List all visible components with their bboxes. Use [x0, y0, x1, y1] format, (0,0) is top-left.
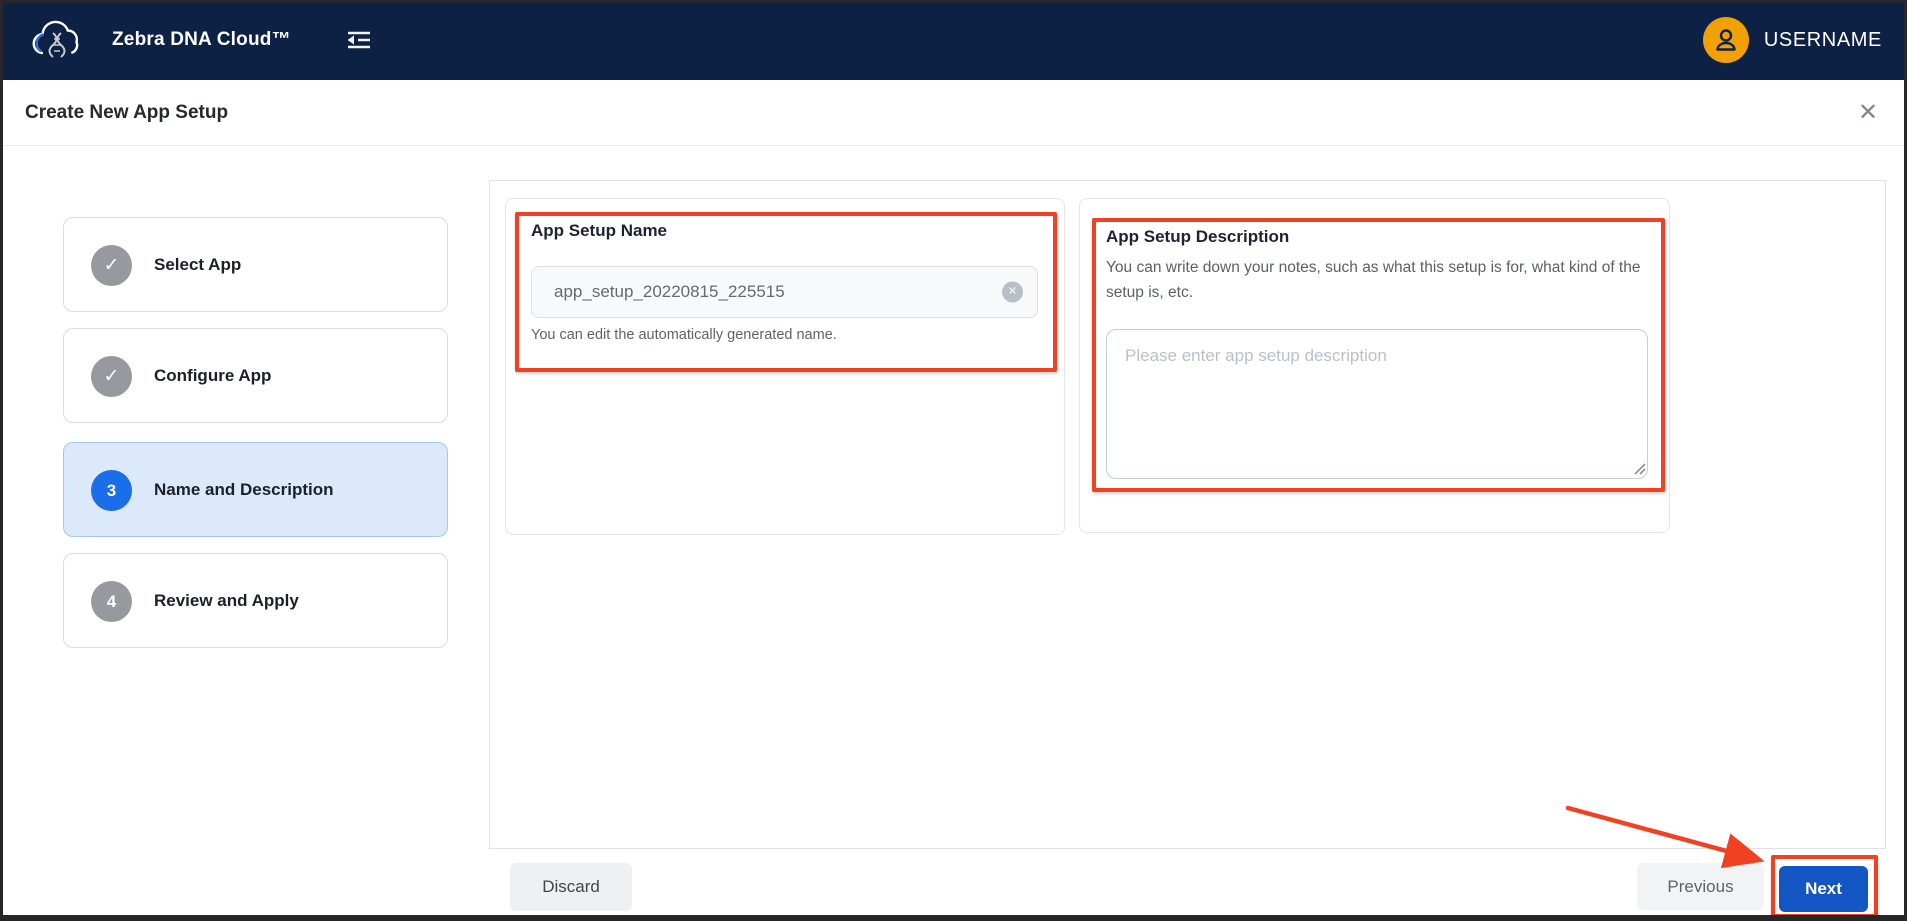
step-name-and-description[interactable]: 3 Name and Description: [63, 442, 448, 537]
step-configure-app[interactable]: ✓ Configure App: [63, 328, 448, 423]
app-setup-name-heading: App Setup Name: [531, 221, 667, 241]
step-label: Configure App: [154, 366, 271, 386]
app-setup-name-input[interactable]: [531, 266, 1038, 318]
user-avatar-icon: [1703, 17, 1749, 63]
app-setup-name-input-wrap: ✕: [531, 266, 1038, 318]
app-setup-description-heading: App Setup Description: [1106, 227, 1289, 247]
step-number-badge: 3: [91, 470, 132, 511]
username-label: USERNAME: [1764, 29, 1882, 52]
app-setup-description-card: App Setup Description You can write down…: [1079, 198, 1670, 533]
top-navbar: Zebra DNA Cloud™ USERNAME: [0, 0, 1907, 80]
app-title: Zebra DNA Cloud™: [112, 29, 291, 51]
app-setup-description-textarea[interactable]: [1106, 329, 1648, 479]
step-label: Select App: [154, 255, 241, 275]
previous-button[interactable]: Previous: [1637, 863, 1764, 910]
step-number-badge: 4: [91, 581, 132, 622]
modal-titlebar: Create New App Setup ✕: [0, 80, 1907, 146]
app-setup-name-card: App Setup Name ✕ You can edit the automa…: [505, 198, 1065, 535]
clear-input-icon[interactable]: ✕: [1002, 282, 1023, 303]
close-icon[interactable]: ✕: [1853, 98, 1883, 128]
description-hint-text: You can write down your notes, such as w…: [1106, 255, 1654, 305]
step-select-app[interactable]: ✓ Select App: [63, 217, 448, 312]
zebra-dna-cloud-logo-icon: [28, 14, 86, 66]
step-check-icon: ✓: [91, 356, 132, 397]
user-menu[interactable]: USERNAME: [1703, 17, 1882, 63]
step-label: Review and Apply: [154, 591, 299, 611]
page-title: Create New App Setup: [25, 102, 228, 124]
name-helper-text: You can edit the automatically generated…: [531, 327, 837, 343]
menu-open-icon[interactable]: [341, 25, 377, 55]
discard-button[interactable]: Discard: [510, 863, 632, 911]
textarea-resize-handle-icon[interactable]: [1633, 462, 1646, 480]
app-window: Zebra DNA Cloud™ USERNAME Create New App…: [0, 0, 1907, 921]
step-check-icon: ✓: [91, 245, 132, 286]
step-review-and-apply[interactable]: 4 Review and Apply: [63, 553, 448, 648]
step-label: Name and Description: [154, 480, 334, 500]
next-button[interactable]: Next: [1779, 866, 1868, 912]
